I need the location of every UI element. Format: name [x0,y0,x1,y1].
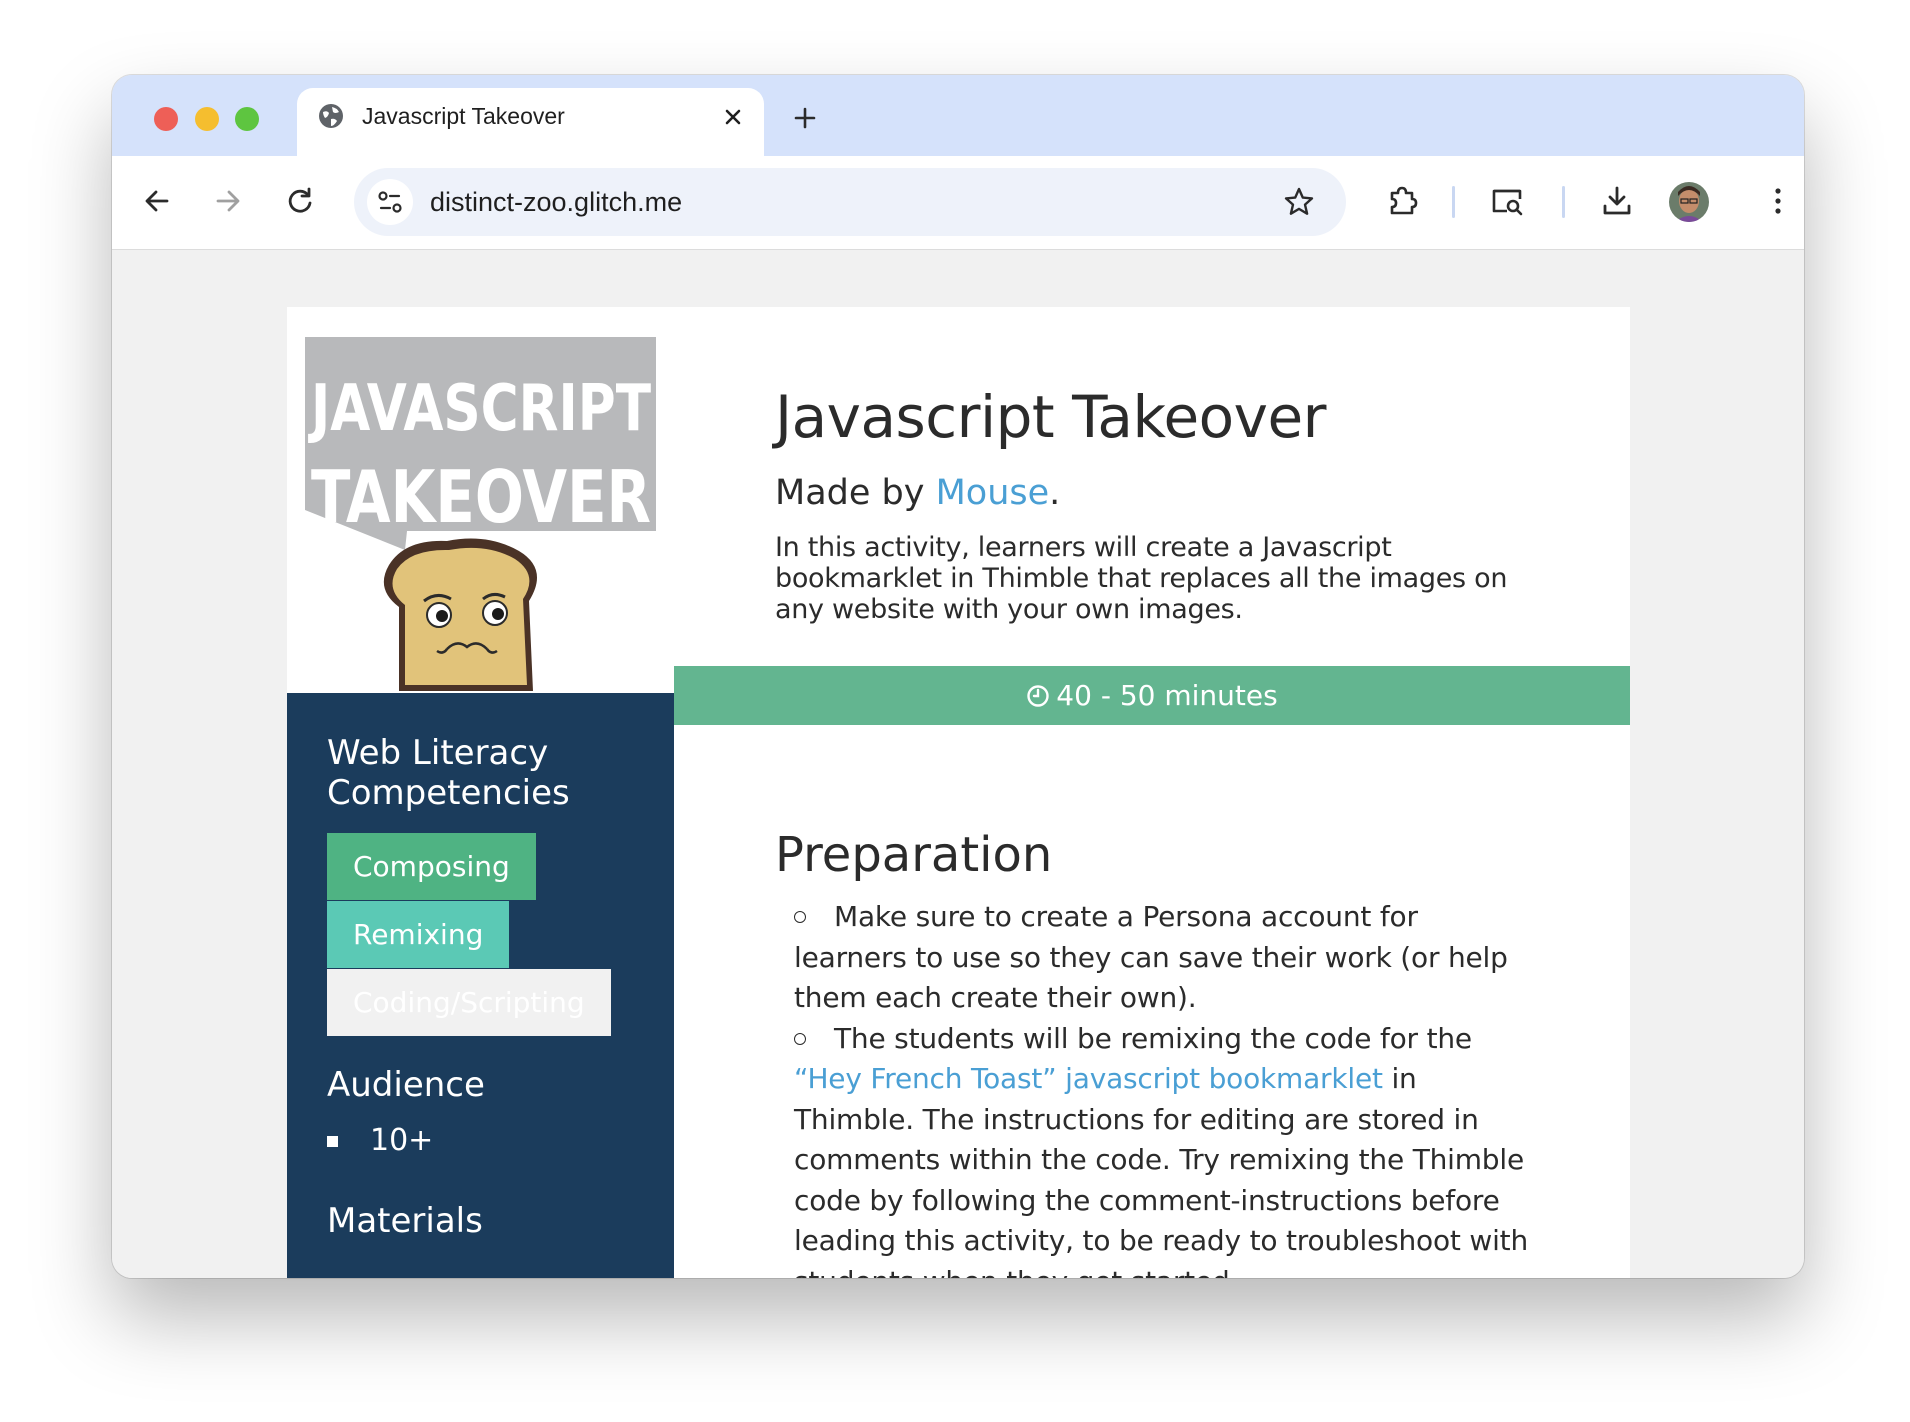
prep-item-text-before: The students will be remixing the code f… [834,1021,1472,1055]
activity-content: Javascript Takeover Made by Mouse. In th… [674,307,1630,1278]
competencies-heading: Web Literacy Competencies [327,733,570,813]
tab-active[interactable]: Javascript Takeover [297,88,764,156]
materials-heading: Materials [327,1201,483,1241]
bookmark-star-icon[interactable] [1282,185,1316,219]
competency-tag-composing[interactable]: Composing [327,833,536,900]
logo-line2: TAKEOVER [311,455,651,539]
tab-title: Javascript Takeover [362,103,565,129]
activity-page: JAVASCRIPT TAKEOVER Web Literacy Compete… [287,307,1630,1278]
reload-icon[interactable] [282,183,318,219]
bookmarklet-link[interactable]: “Hey French Toast” javascript bookmarkle… [794,1062,1383,1095]
activity-intro: In this activity, learners will create a… [775,532,1508,625]
url-text[interactable]: distinct-zoo.glitch.me [430,187,682,218]
activity-sidebar: Web Literacy Competencies Composing Remi… [287,693,674,1278]
close-icon[interactable] [720,104,746,130]
byline-suffix: . [1049,473,1061,513]
list-item: The students will be remixing the code f… [794,1019,1534,1278]
preparation-heading: Preparation [775,827,1053,883]
profile-avatar[interactable] [1669,182,1709,222]
minimize-window-button[interactable] [195,107,219,131]
page-viewport: JAVASCRIPT TAKEOVER Web Literacy Compete… [112,250,1804,1278]
profile-photo [1669,182,1709,222]
competency-tag-coding[interactable]: Coding/Scripting [327,969,611,1036]
audience-heading: Audience [327,1065,485,1105]
duration-bar: 40 - 50 minutes [674,666,1630,725]
toast-logo-image: JAVASCRIPT TAKEOVER [305,337,656,691]
audience-item: 10+ [327,1123,433,1158]
download-icon[interactable] [1599,183,1635,219]
globe-icon [319,104,343,128]
author-link[interactable]: Mouse [936,473,1050,513]
back-arrow-icon[interactable] [139,183,175,219]
clock-icon [1027,685,1049,707]
new-tab-icon[interactable] [790,103,820,133]
author-byline: Made by Mouse. [775,473,1060,513]
toolbar-separator [1562,186,1565,218]
address-bar[interactable]: distinct-zoo.glitch.me [354,168,1346,236]
prep-item-text: Make sure to create a Persona account fo… [794,900,1508,1014]
browser-toolbar: distinct-zoo.glitch.me [112,156,1804,250]
logo-line1: JAVASCRIPT [308,372,652,446]
extensions-icon[interactable] [1384,183,1420,219]
duration-text: 40 - 50 minutes [1056,679,1278,712]
circle-bullet-icon [794,1032,806,1045]
close-window-button[interactable] [154,107,178,131]
list-item: Make sure to create a Persona account fo… [794,897,1534,1019]
tab-search-icon[interactable] [1489,183,1525,219]
zoom-window-button[interactable] [235,107,259,131]
circle-bullet-icon [794,911,806,923]
more-menu-icon[interactable] [1760,183,1796,219]
tune-icon [378,191,402,213]
competency-tag-remixing[interactable]: Remixing [327,901,510,968]
audience-value: 10+ [370,1123,434,1158]
tab-strip: Javascript Takeover [112,75,1804,156]
forward-arrow-icon[interactable] [210,183,246,219]
preparation-list: Make sure to create a Persona account fo… [794,897,1534,1278]
square-bullet-icon [327,1136,338,1147]
page-title: Javascript Takeover [775,383,1327,451]
byline-prefix: Made by [775,473,936,513]
browser-window: Javascript Takeover distinct-zoo.glitch.… [112,75,1804,1278]
site-info-button[interactable] [367,179,413,225]
toolbar-separator [1452,186,1455,218]
activity-logo: JAVASCRIPT TAKEOVER [287,307,674,693]
